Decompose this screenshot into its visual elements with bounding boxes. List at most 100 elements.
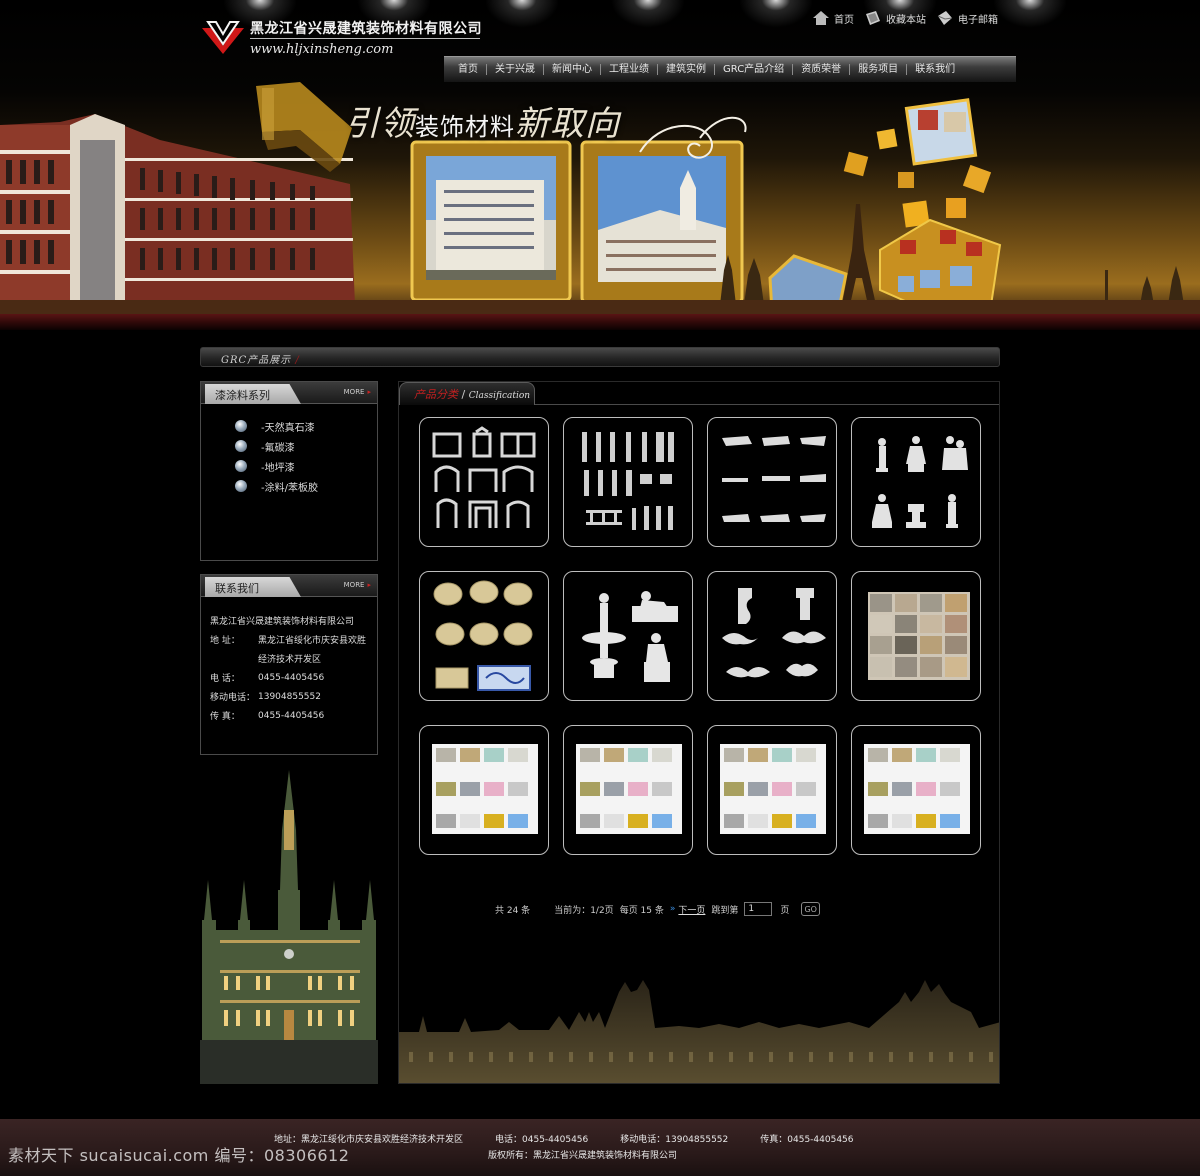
nav-item-cases[interactable]: 建筑实例 bbox=[658, 64, 715, 75]
product-card-color-chart[interactable] bbox=[419, 725, 549, 855]
contact-phone-row: 电 话： 0455-4405456 bbox=[210, 668, 377, 687]
pager-total: 共 24 条 bbox=[495, 905, 531, 916]
category-item-label: -地坪漆 bbox=[261, 462, 295, 474]
pager-page-input[interactable] bbox=[744, 902, 773, 916]
contact-address-key: 地 址： bbox=[210, 636, 240, 646]
home-icon bbox=[813, 11, 829, 25]
top-link-label: 收藏本站 bbox=[886, 14, 926, 26]
pagination: 共 24 条 当前为：1/2页 每页 15 条 » 下一页 跳到第 页 GO bbox=[495, 902, 826, 916]
product-card-color-chart[interactable] bbox=[851, 725, 981, 855]
top-links: 首页 收藏本站 电子邮箱 bbox=[812, 10, 998, 26]
banner-red-band bbox=[0, 314, 1200, 330]
spotlight bbox=[608, 0, 688, 30]
product-card-color-chart[interactable] bbox=[707, 725, 837, 855]
pager-current: 当前为：1/2页 bbox=[554, 905, 614, 916]
cornices-thumbnail bbox=[722, 436, 826, 522]
nav-item-grc-products[interactable]: GRC产品介绍 bbox=[715, 64, 794, 75]
pager-page-unit: 页 bbox=[780, 905, 790, 916]
picture-frame-right bbox=[580, 140, 744, 304]
product-panel: 产品分类 / Classification 共 24 条 当前为：1/2页 每页… bbox=[398, 381, 1000, 1084]
product-grid bbox=[419, 417, 981, 855]
contact-more-link[interactable]: MORE bbox=[344, 581, 371, 589]
contact-phone: 0455-4405456 bbox=[258, 672, 325, 683]
bullet-icon bbox=[235, 420, 247, 432]
nav-item-contact[interactable]: 联系我们 bbox=[907, 64, 963, 75]
tab-label-separator: / bbox=[461, 388, 466, 401]
nav-item-about[interactable]: 关于兴晟 bbox=[487, 64, 544, 75]
company-name: 黑龙江省兴晟建筑装饰材料有限公司 bbox=[250, 21, 482, 37]
medallions-thumbnail bbox=[433, 580, 533, 691]
bullet-icon bbox=[235, 440, 247, 452]
contact-address-row: 地 址： 黑龙江省绥化市庆安县欢胜 bbox=[210, 630, 377, 649]
product-card-stone-swatches[interactable] bbox=[851, 571, 981, 701]
tab-classification[interactable]: 产品分类 / Classification bbox=[399, 382, 535, 405]
contact-fax: 0455-4405456 bbox=[258, 710, 325, 721]
double-arrow-right-icon: » bbox=[669, 904, 676, 914]
golden-cubes bbox=[768, 98, 1002, 316]
category-more-link[interactable]: MORE bbox=[344, 388, 371, 396]
product-card-sculptures[interactable] bbox=[563, 571, 693, 701]
nav-item-news[interactable]: 新闻中心 bbox=[544, 64, 601, 75]
product-card-statues[interactable] bbox=[851, 417, 981, 547]
contact-address-1: 黑龙江省绥化市庆安县欢胜 bbox=[258, 636, 367, 646]
header-banner: 黑龙江省兴晟建筑装饰材料有限公司 www.hljxinsheng.com 首页 … bbox=[0, 0, 1200, 330]
tab-label-en: Classification bbox=[468, 391, 531, 401]
pager-next-link[interactable]: 下一页 bbox=[678, 903, 705, 916]
category-item[interactable]: -氟碳漆 bbox=[235, 436, 377, 456]
contact-details: 黑龙江省兴晟建筑装饰材料有限公司 地 址： 黑龙江省绥化市庆安县欢胜 经济技术开发… bbox=[201, 597, 377, 725]
product-card-cornices[interactable] bbox=[707, 417, 837, 547]
category-box: 漆涂料系列 MORE -天然真石漆 -氟碳漆 -地坪漆 -涂料/苯板胶 bbox=[200, 381, 378, 561]
contact-address-2: 经济技术开发区 bbox=[258, 655, 322, 665]
category-item[interactable]: -地坪漆 bbox=[235, 456, 377, 476]
category-box-title: 漆涂料系列 bbox=[205, 384, 301, 404]
tab-label-cn: 产品分类 bbox=[414, 388, 458, 401]
nav-item-home[interactable]: 首页 bbox=[450, 64, 487, 75]
product-card-window-frames[interactable] bbox=[419, 417, 549, 547]
top-link-home[interactable]: 首页 bbox=[812, 10, 854, 26]
sculptures-thumbnail bbox=[582, 591, 678, 682]
product-card-medallions[interactable] bbox=[419, 571, 549, 701]
stock-watermark: 素材天下 sucaisucai.com 编号：08306612 bbox=[8, 1146, 350, 1165]
contact-box: 联系我们 MORE 黑龙江省兴晟建筑装饰材料有限公司 地 址： 黑龙江省绥化市庆安… bbox=[200, 574, 378, 755]
pager-jump-label: 跳到第 bbox=[711, 905, 739, 916]
nav-item-honors[interactable]: 资质荣誉 bbox=[793, 64, 851, 75]
category-item-label: -涂料/苯板胶 bbox=[261, 482, 318, 494]
section-title-bar: GRC产品展示 / bbox=[200, 347, 1000, 367]
spotlight bbox=[736, 0, 816, 30]
company-url: www.hljxinsheng.com bbox=[250, 42, 394, 57]
top-link-bookmark[interactable]: 收藏本站 bbox=[864, 10, 926, 26]
top-link-label: 电子邮箱 bbox=[958, 14, 998, 26]
product-card-color-chart[interactable] bbox=[563, 725, 693, 855]
slogan-part-b: 装饰材料 bbox=[415, 113, 515, 141]
castle-skyline-image bbox=[399, 980, 999, 1083]
top-link-label: 首页 bbox=[834, 14, 854, 26]
category-item[interactable]: -涂料/苯板胶 bbox=[235, 476, 377, 496]
color-chart-thumbnail bbox=[720, 744, 826, 834]
banner-slogan: 引领装饰材料新取向 bbox=[345, 96, 620, 145]
nav-item-services[interactable]: 服务项目 bbox=[850, 64, 908, 75]
breadcrumb-title: GRC产品展示 bbox=[221, 355, 292, 366]
footer-mobile: 移动电话：13904855552 bbox=[620, 1135, 729, 1145]
color-chart-thumbnail bbox=[864, 744, 970, 834]
picture-frame-left bbox=[410, 140, 572, 302]
slogan-part-c: 新取向 bbox=[515, 104, 620, 144]
category-box-header: 漆涂料系列 MORE bbox=[201, 382, 377, 404]
category-list: -天然真石漆 -氟碳漆 -地坪漆 -涂料/苯板胶 bbox=[201, 404, 377, 496]
breadcrumb: GRC产品展示 / bbox=[221, 351, 300, 366]
footer-copyright: 版权所有：黑龙江省兴晟建筑装饰材料有限公司 bbox=[488, 1151, 678, 1161]
bullet-icon bbox=[235, 460, 247, 472]
contact-fax-row: 传 真： 0455-4405456 bbox=[210, 706, 377, 725]
pager-go-button[interactable]: GO bbox=[801, 902, 820, 916]
category-item[interactable]: -天然真石漆 bbox=[235, 416, 377, 436]
eiffel-tower bbox=[842, 204, 876, 305]
spotlight bbox=[990, 0, 1070, 30]
footer-fax: 传真：0455-4405456 bbox=[760, 1135, 854, 1145]
contact-box-title: 联系我们 bbox=[205, 577, 301, 597]
product-card-corbels[interactable] bbox=[707, 571, 837, 701]
contact-mobile: 13904855552 bbox=[258, 691, 321, 702]
nav-item-projects[interactable]: 工程业绩 bbox=[601, 64, 658, 75]
bookmark-icon bbox=[866, 11, 880, 25]
top-link-mail[interactable]: 电子邮箱 bbox=[936, 10, 998, 26]
product-card-columns[interactable] bbox=[563, 417, 693, 547]
stone-swatches-thumbnail bbox=[868, 592, 970, 680]
